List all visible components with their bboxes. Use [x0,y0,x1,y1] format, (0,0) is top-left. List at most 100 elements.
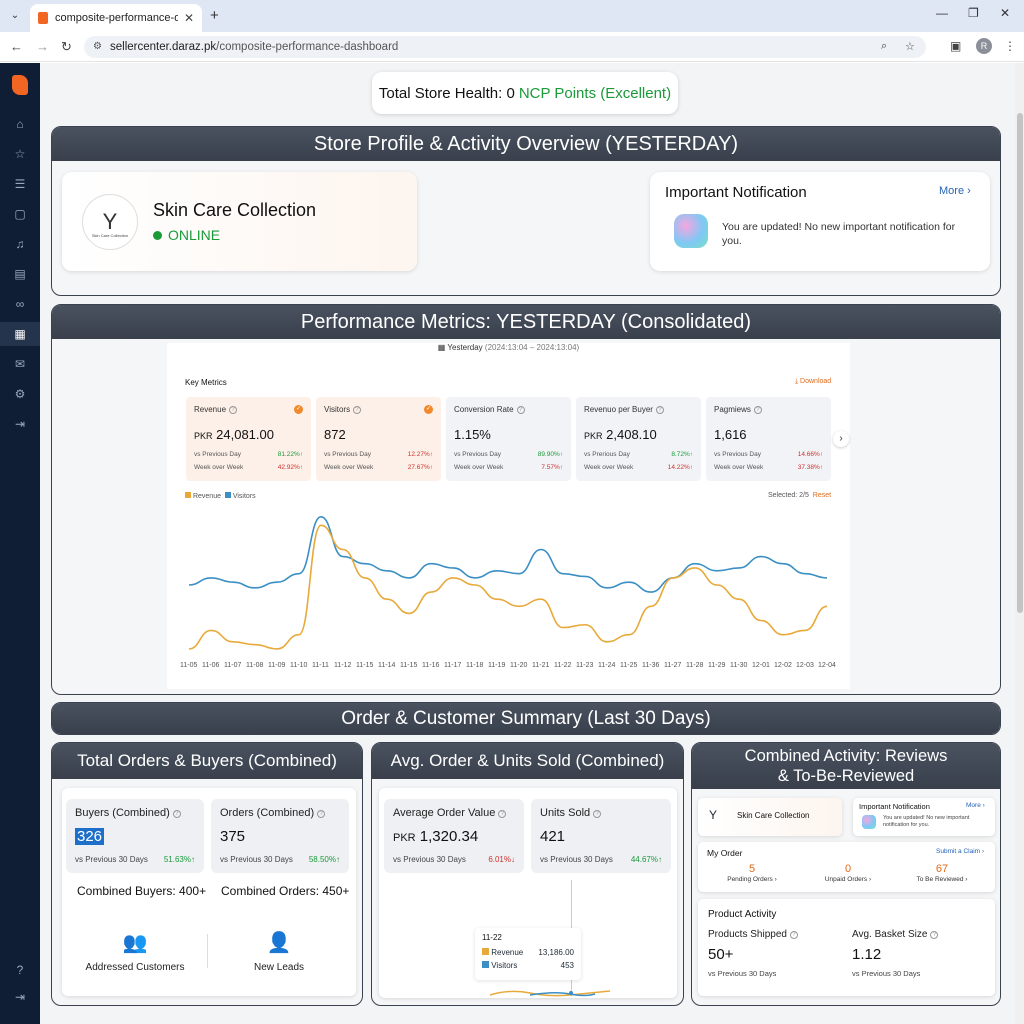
restore-icon[interactable]: ❐ [968,6,979,20]
page-scrollbar[interactable] [1015,63,1024,1024]
help-icon[interactable]: ? [516,406,525,414]
order-stat[interactable]: 67 To Be Reviewed › [894,863,990,883]
people-group-icon: 👥 [122,932,148,954]
metric-value: 24,081.00 [216,427,274,442]
legend-swatch-visitors [224,492,231,498]
metric-compare-label: vs Previous Day [714,451,761,458]
exit-icon[interactable]: ⇥ [0,985,40,1009]
metric-card[interactable]: Pagmiews? 1,616 vs Previous Day 14.66%↑ W… [706,397,831,481]
site-info-icon[interactable]: ⚙ [93,41,102,52]
product-activity-card: Product Activity Products Shipped? 50+ v… [698,899,995,996]
help-icon[interactable]: ? [317,810,326,818]
x-tick-label: 11-29 [708,662,726,669]
url-field[interactable]: ⚙ sellercenter.daraz.pk/composite-perfor… [84,36,926,58]
submit-claim-link[interactable]: Submit a Claim › [936,848,984,855]
zoom-icon[interactable]: ⌕ [881,40,887,53]
browser-tab[interactable]: composite-performance-dashb ✕ [30,4,202,32]
metrics-next-arrow-icon[interactable]: › [833,431,849,447]
help-icon[interactable]: ? [498,810,507,818]
bell-icon[interactable]: ♫ [0,232,40,256]
order-stat-count: 67 [935,863,949,875]
profile-avatar[interactable]: R [976,38,992,54]
close-tab-icon[interactable]: ✕ [184,11,194,25]
mini-chart-fragment [489,990,611,997]
scrollbar-thumb[interactable] [1017,113,1023,613]
list-icon[interactable]: ☰ [0,172,40,196]
mini-store-name: Skin Care Collection [737,811,810,820]
my-order-card: My Order Submit a Claim › 5 Pending Orde… [698,842,995,892]
avg-order-title: Avg. Order & Units Sold (Combined) [372,743,683,779]
my-order-title: My Order [707,848,743,858]
online-dot [153,231,162,240]
address-bar-row: ← → ↻ ⚙ sellercenter.daraz.pk/composite-… [0,32,1024,62]
shipped-metric-label: Products Shipped? [708,929,798,940]
performance-title: Performance Metrics: YESTERDAY (Consolid… [52,305,1000,339]
daraz-logo-icon[interactable] [12,75,28,95]
x-tick-label: 11-11 [312,662,329,669]
browser-menu-icon[interactable]: ⋮ [1004,39,1016,53]
mail-icon[interactable]: ✉ [0,352,40,376]
left-sidebar: ⌂ ☆ ☰ ▢ ♫ ▤ ∞ ▦ ✉ ⚙ ⇥ ? ⇥ [0,63,40,1024]
order-stat[interactable]: 5 Pending Orders › [704,863,800,883]
legend-revenue[interactable]: Revenue [193,493,221,500]
finance-icon[interactable]: ▢ [0,202,40,226]
help-icon[interactable]: ? [655,406,664,414]
order-stat-label: To Be Reviewed [916,876,964,883]
series-line-visitors[interactable] [188,516,828,593]
chart-icon[interactable]: ▤ [0,262,40,286]
buyers-label: Buyers (Combined) [75,807,170,819]
order-stat[interactable]: 0 Unpaid Orders › [800,863,896,883]
metric-name: Pagmiews [714,405,751,414]
help-icon[interactable]: ? [753,406,762,414]
tab-search-chevron-icon[interactable]: ⌄ [6,6,24,24]
reset-link[interactable]: Reset [813,492,831,499]
download-link[interactable]: ⤓ Download [795,378,831,386]
combined-activity-title-line2: & To-Be-Reviewed [777,767,915,785]
metric-wow-value: 27.67%↑ [407,464,433,471]
help-icon[interactable]: ? [229,406,238,414]
link-icon[interactable]: ∞ [0,292,40,316]
help-icon[interactable]: ? [0,958,40,982]
metric-compare-label: vs Prerious Day [584,451,630,458]
store-logo-caption: Skin Care Collection [91,233,129,238]
back-arrow-icon[interactable]: ← [10,39,23,54]
bookmark-star-icon[interactable]: ☆ [905,40,915,53]
notification-more-link[interactable]: More › [939,185,971,197]
metric-card[interactable]: Revenue? ✓ PKR 24,081.00 vs Previous Day 8… [186,397,311,481]
home-icon[interactable]: ⌂ [0,112,40,136]
x-tick-label: 11-27 [664,662,682,669]
dashboard-calendar-icon[interactable]: ▦ [0,322,40,346]
revenue-visitors-line-chart [188,516,828,650]
metric-card[interactable]: Visitors? ✓ 872 vs Previous Day 12.27%↑ We… [316,397,441,481]
close-window-icon[interactable]: ✕ [1000,6,1010,20]
metric-wow-value: 42.92%↑ [277,464,303,471]
logout-icon[interactable]: ⇥ [0,412,40,436]
legend-visitors[interactable]: Visitors [233,493,256,500]
date-range: (2024:13:04 – 2024:13:04) [484,343,580,352]
help-icon[interactable]: ? [593,810,602,818]
reload-icon[interactable]: ↻ [61,39,72,55]
units-percent: 44.67%↑ [630,855,662,864]
tab-title: composite-performance-dashb [55,12,178,24]
metric-card[interactable]: Conversion Rate? 1.15% vs Previous Day 89… [446,397,571,481]
settings-gear-icon[interactable]: ⚙ [0,382,40,406]
star-icon[interactable]: ☆ [0,142,40,166]
series-line-revenue[interactable] [188,524,828,650]
new-tab-plus-icon[interactable]: + [210,7,219,24]
help-icon[interactable]: ? [789,931,798,939]
x-tick-label: 11-28 [686,662,704,669]
mini-notification-more[interactable]: More › [966,802,985,809]
metric-card[interactable]: Revenuo per Buyer? PKR 2,408.10 vs Preri… [576,397,701,481]
side-panel-icon[interactable]: ▣ [950,39,961,53]
orders-metric: Orders (Combined)? 375 vs Previous 30 Da… [211,799,349,873]
store-status: ONLINE [153,227,220,243]
submit-claim-label: Submit a Claim [936,848,981,855]
date-selector[interactable]: ▦ Yesterday (2024:13:04 – 2024:13:04) [167,343,850,357]
help-icon[interactable]: ? [172,810,181,818]
buyers-metric: Buyers (Combined)? 326 vs Previous 30 Da… [66,799,204,873]
forward-arrow-icon[interactable]: → [36,39,49,54]
help-icon[interactable]: ? [353,406,362,414]
shipped-label: Products Shipped [708,929,787,940]
help-icon[interactable]: ? [930,931,939,939]
minimize-icon[interactable]: — [936,6,948,20]
